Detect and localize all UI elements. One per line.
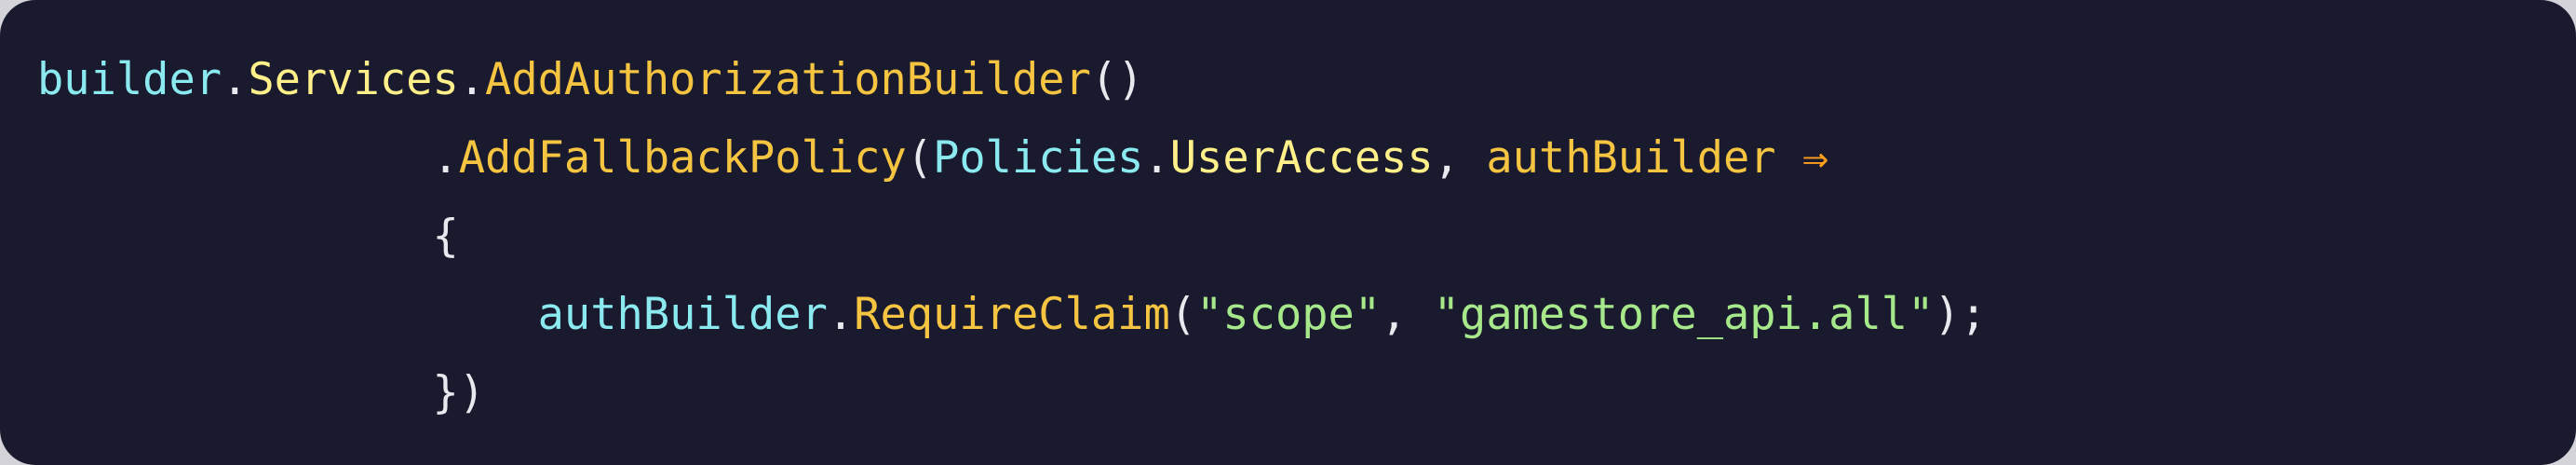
- token-auth-builder-param: authBuilder: [1486, 132, 1776, 184]
- token-services: Services: [248, 54, 459, 105]
- token-string-claim-value: "gamestore_api.all": [1433, 289, 1935, 340]
- token-close-call: );: [1934, 289, 1987, 340]
- code-line-3: {: [37, 198, 1987, 276]
- lambda-arrow-icon: ⇒: [1801, 132, 1829, 184]
- token-dot: .: [458, 54, 486, 105]
- code-line-1: builder.Services.AddAuthorizationBuilder…: [37, 41, 1987, 119]
- code-line-5: }): [37, 354, 1987, 432]
- token-require-claim: RequireClaim: [854, 289, 1170, 340]
- token-dot: .: [222, 54, 249, 105]
- token-builder: builder: [37, 54, 223, 105]
- token-dot: .: [827, 289, 855, 340]
- token-open-brace: {: [432, 211, 459, 262]
- code-line-4: authBuilder.RequireClaim("scope", "games…: [37, 276, 1987, 354]
- token-dot: .: [1143, 132, 1170, 184]
- token-comma: ,: [1433, 132, 1487, 184]
- token-open-paren: (: [906, 132, 934, 184]
- token-add-fallback-policy: AddFallbackPolicy: [458, 132, 907, 184]
- token-comma: ,: [1381, 289, 1434, 340]
- code-block: builder.Services.AddAuthorizationBuilder…: [0, 0, 2576, 465]
- token-open-paren: (: [1169, 289, 1197, 340]
- token-dot: .: [432, 132, 459, 184]
- token-close-brace-paren: }): [432, 367, 486, 418]
- token-string-scope: "scope": [1196, 289, 1382, 340]
- token-add-authorization-builder: AddAuthorizationBuilder: [485, 54, 1091, 105]
- token-auth-builder: authBuilder: [537, 289, 828, 340]
- token-parens: (): [1090, 54, 1144, 105]
- token-user-access: UserAccess: [1169, 132, 1434, 184]
- token-policies: Policies: [933, 132, 1144, 184]
- code-text: builder.Services.AddAuthorizationBuilder…: [37, 41, 1987, 432]
- code-line-2: .AddFallbackPolicy(Policies.UserAccess, …: [37, 119, 1987, 198]
